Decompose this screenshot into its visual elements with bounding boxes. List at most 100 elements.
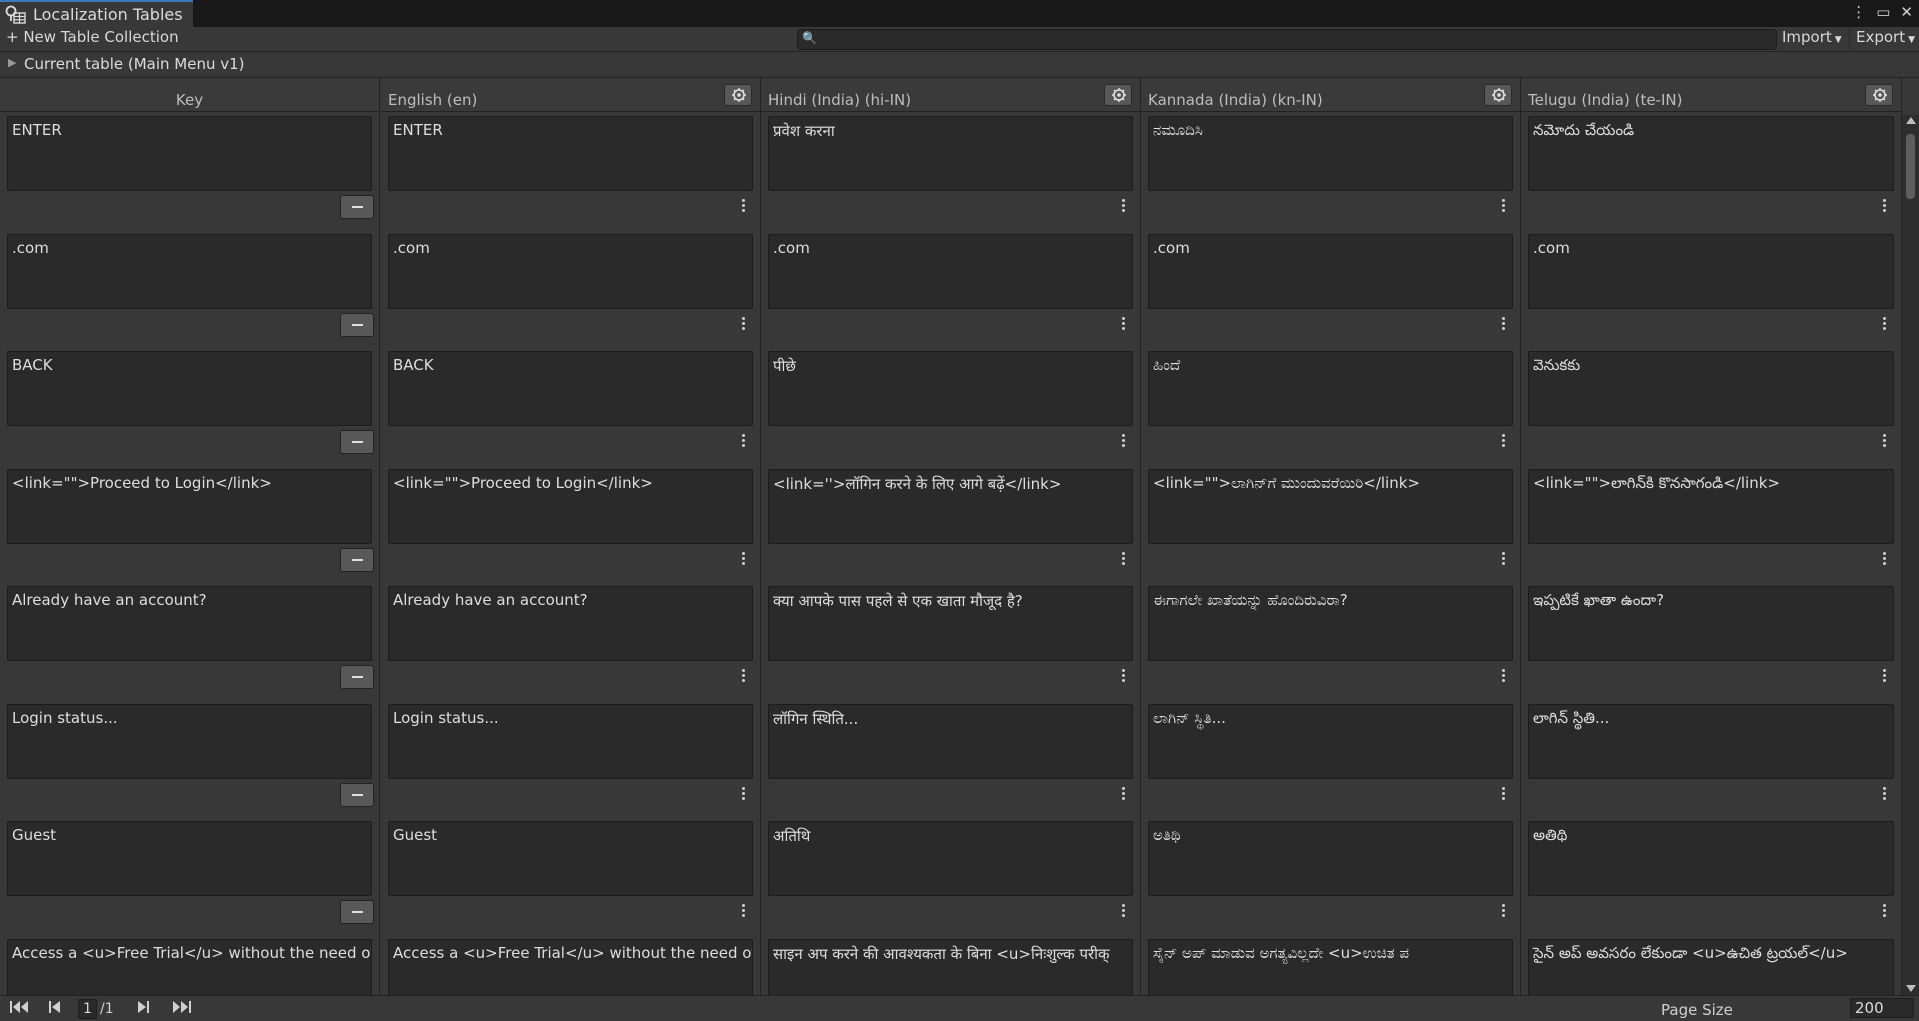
more-icon[interactable]: ⋮ [1851, 3, 1866, 21]
translation-text-field[interactable]: Already have an account? [388, 586, 753, 661]
remove-entry-button[interactable] [340, 195, 374, 219]
previous-page-icon[interactable] [48, 1000, 62, 1014]
key-text-field[interactable]: Already have an account? [7, 586, 372, 661]
translation-text-field[interactable]: Login status... [388, 704, 753, 779]
translation-text-field[interactable]: क्या आपके पास पहले से एक खाता मौजूद है? [768, 586, 1133, 661]
translation-text-field[interactable]: ఇప్పటికే ఖాతా ఉందా? [1528, 586, 1894, 661]
translation-text-field[interactable]: సైన్ అప్ అవసరం లేకుండా <u>ఉచిత ట్రయల్</u… [1528, 939, 1894, 995]
translation-text-field[interactable]: ನಮೂದಿಸಿ [1148, 116, 1513, 191]
entry-menu-icon[interactable] [1120, 199, 1126, 215]
entry-menu-icon[interactable] [740, 552, 746, 568]
entry-menu-icon[interactable] [1881, 904, 1887, 920]
entry-menu-icon[interactable] [1500, 317, 1506, 333]
current-table-foldout[interactable]: ▶ Current table (Main Menu v1) [0, 52, 1919, 78]
entry-menu-icon[interactable] [1881, 552, 1887, 568]
scroll-down-arrow-icon[interactable] [1906, 985, 1916, 992]
scrollbar-thumb[interactable] [1906, 134, 1915, 199]
remove-entry-button[interactable] [340, 430, 374, 454]
translation-text-field[interactable]: पीछे [768, 351, 1133, 426]
entry-menu-icon[interactable] [1500, 552, 1506, 568]
entry-menu-icon[interactable] [1120, 317, 1126, 333]
entry-menu-icon[interactable] [1500, 787, 1506, 803]
entry-menu-icon[interactable] [1881, 669, 1887, 685]
entry-menu-icon[interactable] [1881, 787, 1887, 803]
export-button[interactable]: Export ▼ [1849, 28, 1919, 50]
entry-menu-icon[interactable] [740, 199, 746, 215]
entry-menu-icon[interactable] [1881, 199, 1887, 215]
window-tab[interactable]: Localization Tables [0, 0, 193, 27]
translation-text-field[interactable]: Guest [388, 821, 753, 896]
close-icon[interactable]: ✕ [1900, 3, 1913, 21]
remove-entry-button[interactable] [340, 783, 374, 807]
entry-menu-icon[interactable] [1500, 904, 1506, 920]
entry-menu-icon[interactable] [1881, 317, 1887, 333]
current-page-field[interactable]: 1 [78, 999, 97, 1019]
entry-menu-icon[interactable] [1120, 669, 1126, 685]
translation-text-field[interactable]: <link="">Proceed to Login</link> [388, 469, 753, 544]
translation-text-field[interactable]: .com [388, 234, 753, 309]
entry-menu-icon[interactable] [1120, 787, 1126, 803]
import-button[interactable]: Import ▼ [1775, 28, 1848, 50]
vertical-scrollbar[interactable] [1902, 115, 1919, 995]
entry-menu-icon[interactable] [1120, 552, 1126, 568]
entry-menu-icon[interactable] [740, 434, 746, 450]
key-text-field[interactable]: BACK [7, 351, 372, 426]
key-text-field[interactable]: Access a <u>Free Trial</u> without the n… [7, 939, 372, 995]
translation-text-field[interactable]: लॉगिन स्थिति... [768, 704, 1133, 779]
translation-text-field[interactable]: ಅತಿಥಿ [1148, 821, 1513, 896]
entry-menu-icon[interactable] [1120, 904, 1126, 920]
new-table-collection-button[interactable]: + New Table Collection [6, 28, 179, 46]
entry-menu-icon[interactable] [1120, 434, 1126, 450]
translation-text-field[interactable]: .com [768, 234, 1133, 309]
maximize-icon[interactable]: ▭ [1876, 3, 1890, 21]
remove-entry-button[interactable] [340, 548, 374, 572]
remove-entry-button[interactable] [340, 665, 374, 689]
key-text-field[interactable]: ENTER [7, 116, 372, 191]
first-page-icon[interactable] [9, 1000, 29, 1014]
key-text-field[interactable]: .com [7, 234, 372, 309]
entry-menu-icon[interactable] [1881, 434, 1887, 450]
translation-text-field[interactable]: ಈಗಾಗಲೇ ಖಾತೆಯನ್ನು ಹೊಂದಿರುವಿರಾ? [1148, 586, 1513, 661]
translation-text-field[interactable]: .com [1148, 234, 1513, 309]
locale-settings-icon[interactable] [724, 84, 752, 106]
translation-text-field[interactable]: ಸೈನ್ ಅಪ್ ಮಾಡುವ ಅಗತ್ಯವಿಲ್ಲದೇ <u>ಉಚಿತ ಪ [1148, 939, 1513, 995]
last-page-icon[interactable] [172, 1000, 192, 1014]
translation-text-field[interactable]: ಹಿಂದೆ [1148, 351, 1513, 426]
locale-settings-icon[interactable] [1104, 84, 1132, 106]
translation-text-field[interactable]: ಲಾಗಿನ್ ಸ್ಥಿತಿ... [1148, 704, 1513, 779]
entry-menu-icon[interactable] [1500, 199, 1506, 215]
translation-text-field[interactable]: లాగిన్ స్థితి... [1528, 704, 1894, 779]
window-title: Localization Tables [33, 5, 183, 24]
entry-menu-icon[interactable] [740, 904, 746, 920]
foldout-arrow-icon[interactable]: ▶ [8, 56, 16, 69]
key-text-field[interactable]: <link="">Proceed to Login</link> [7, 469, 372, 544]
remove-entry-button[interactable] [340, 900, 374, 924]
next-page-icon[interactable] [136, 1000, 150, 1014]
translation-text-field[interactable]: ENTER [388, 116, 753, 191]
translation-text-field[interactable]: <link=''>लॉगिन करने के लिए आगे बढ़ें</li… [768, 469, 1133, 544]
scroll-up-arrow-icon[interactable] [1906, 117, 1916, 124]
entry-menu-icon[interactable] [1500, 669, 1506, 685]
translation-text-field[interactable]: BACK [388, 351, 753, 426]
translation-text-field[interactable]: వెనుకకు [1528, 351, 1894, 426]
translation-text-field[interactable]: अतिथि [768, 821, 1133, 896]
translation-text-field[interactable]: Access a <u>Free Trial</u> without the n… [388, 939, 753, 995]
search-input[interactable]: 🔍 [797, 29, 1777, 50]
entry-menu-icon[interactable] [740, 317, 746, 333]
page-size-field[interactable]: 200 [1850, 998, 1914, 1018]
translation-text-field[interactable]: .com [1528, 234, 1894, 309]
key-text-field[interactable]: Login status... [7, 704, 372, 779]
entry-menu-icon[interactable] [740, 669, 746, 685]
translation-text-field[interactable]: <link="">లాగిన్‌కి కొనసాగండి</link> [1528, 469, 1894, 544]
translation-text-field[interactable]: साइन अप करने की आवश्यकता के बिना <u>निःश… [768, 939, 1133, 995]
remove-entry-button[interactable] [340, 313, 374, 337]
translation-text-field[interactable]: నమోదు చేయండి [1528, 116, 1894, 191]
entry-menu-icon[interactable] [1500, 434, 1506, 450]
translation-text-field[interactable]: प्रवेश करना [768, 116, 1133, 191]
entry-menu-icon[interactable] [740, 787, 746, 803]
locale-settings-icon[interactable] [1484, 84, 1512, 106]
translation-text-field[interactable]: <link="">ಲಾಗಿನ್‌ಗೆ ಮುಂದುವರೆಯಿರಿ</link> [1148, 469, 1513, 544]
locale-settings-icon[interactable] [1865, 84, 1893, 106]
key-text-field[interactable]: Guest [7, 821, 372, 896]
translation-text-field[interactable]: అతిథి [1528, 821, 1894, 896]
